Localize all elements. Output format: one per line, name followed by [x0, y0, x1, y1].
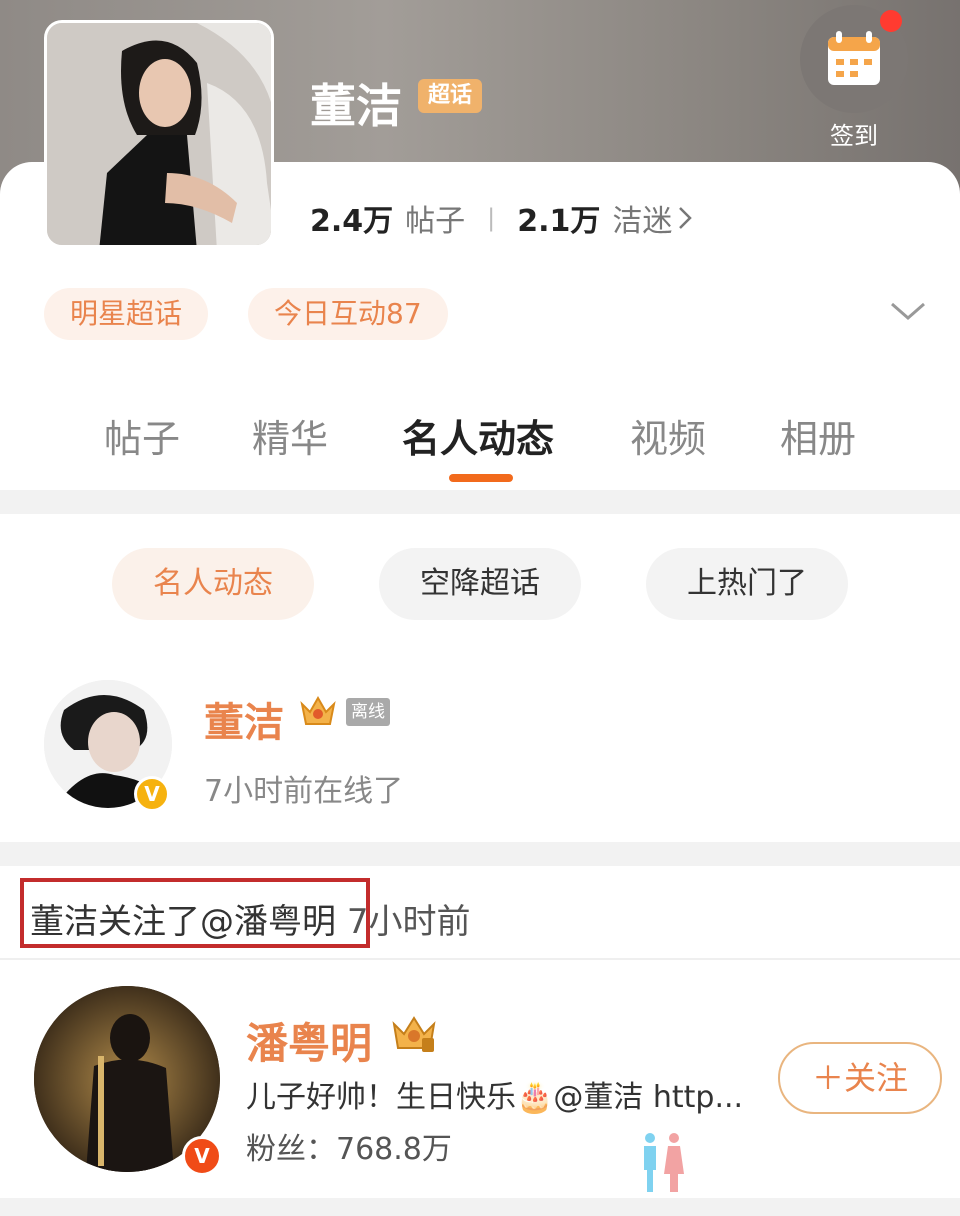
tab-bar: 帖子 精华 名人动态 视频 相册	[0, 408, 960, 468]
tab-albums[interactable]: 相册	[780, 408, 856, 463]
offline-badge: 离线	[346, 698, 390, 726]
followed-user-fans: 粉丝：768.8万	[246, 1132, 452, 1167]
active-tab-indicator	[449, 474, 513, 482]
section-divider	[0, 490, 960, 514]
highlight-annotation	[20, 878, 370, 948]
chip-today-interactions[interactable]: 今日互动87	[248, 288, 448, 340]
topic-title: 董洁	[310, 79, 402, 133]
crown-icon	[392, 1016, 436, 1052]
notification-dot	[880, 10, 902, 32]
follow-button[interactable]: ＋关注	[778, 1042, 942, 1114]
tab-posts[interactable]: 帖子	[104, 408, 180, 463]
celebrity-name[interactable]: 董洁	[204, 690, 284, 748]
crown-icon	[300, 695, 336, 725]
tab-videos[interactable]: 视频	[630, 408, 706, 463]
bottom-divider	[0, 1198, 960, 1216]
posts-count: 2.4万	[310, 204, 394, 239]
section-divider	[0, 842, 960, 866]
filter-celebrity-activity[interactable]: 名人动态	[112, 548, 314, 620]
chevron-down-icon[interactable]	[888, 296, 928, 326]
online-status: 7小时前在线了	[204, 774, 404, 809]
chevron-right-icon[interactable]	[678, 206, 693, 230]
chip-star-topic[interactable]: 明星超话	[44, 288, 209, 340]
followed-user-name[interactable]: 潘粤明	[246, 1010, 372, 1071]
followed-user-post-preview[interactable]: 儿子好帅！生日快乐🎂@董洁 http...	[246, 1072, 743, 1116]
fans-label[interactable]: 洁迷	[612, 196, 672, 240]
fans-count: 2.1万	[517, 204, 601, 239]
stats-divider: |	[487, 204, 496, 232]
divider	[0, 958, 960, 960]
checkin-label: 签到	[830, 122, 878, 150]
chaohua-tag: 超话	[418, 79, 483, 113]
verified-badge-icon: V	[182, 1136, 222, 1176]
topic-stats: 2.4万 帖子 | 2.1万 洁迷	[310, 196, 693, 240]
tab-celebrity-activity[interactable]: 名人动态	[402, 408, 554, 463]
tab-featured[interactable]: 精华	[252, 408, 328, 463]
filter-trending[interactable]: 上热门了	[646, 548, 848, 620]
verified-badge-icon: V	[134, 776, 170, 812]
topic-avatar[interactable]	[44, 20, 274, 248]
posts-label[interactable]: 帖子	[405, 196, 465, 240]
watermark-icon	[644, 1133, 684, 1192]
filter-airdrop[interactable]: 空降超话	[379, 548, 581, 620]
